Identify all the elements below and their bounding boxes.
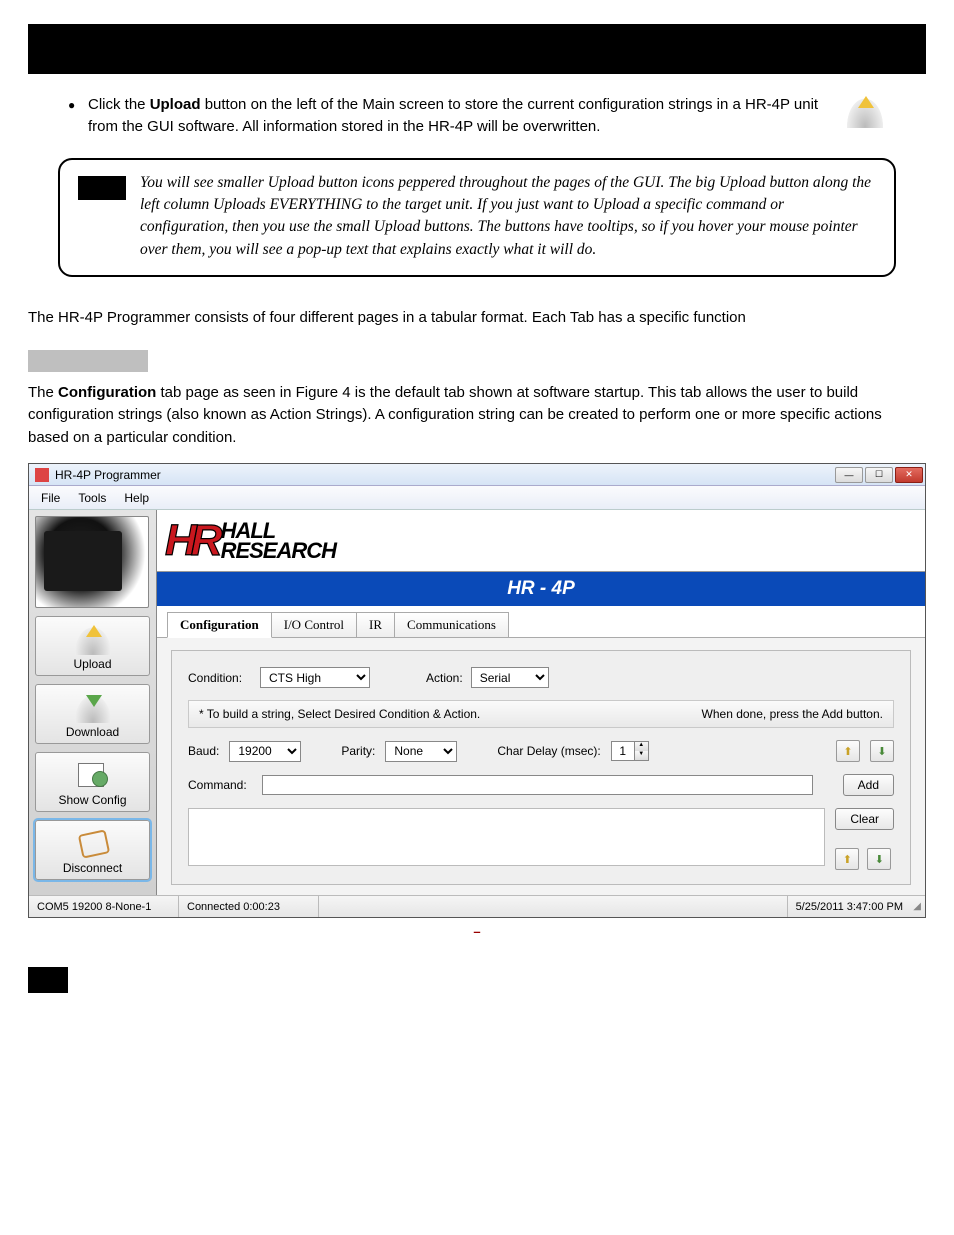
page-header-bar xyxy=(28,24,926,74)
config-panel: Condition: CTS High Action: Serial * To … xyxy=(171,650,911,885)
download-icon: ⬇ xyxy=(875,853,884,866)
small-download-button-2[interactable]: ⬇ xyxy=(867,848,891,870)
note-text: You will see smaller Upload button icons… xyxy=(140,172,876,262)
config-icon xyxy=(72,759,114,791)
upload-button[interactable]: Upload xyxy=(35,616,150,676)
figure-caption: – xyxy=(28,924,926,939)
instruction-bar: * To build a string, Select Desired Cond… xyxy=(188,700,894,728)
section-heading-bar xyxy=(28,350,148,372)
upload-icon xyxy=(844,94,886,128)
menu-file[interactable]: File xyxy=(41,491,60,505)
bullet-item: ● Click the Upload button on the left of… xyxy=(68,94,886,138)
baud-select[interactable]: 19200 xyxy=(229,741,301,762)
page-number-block xyxy=(28,967,68,993)
paragraph-pages: The HR-4P Programmer consists of four di… xyxy=(28,307,926,330)
show-config-button[interactable]: Show Config xyxy=(35,752,150,812)
action-select[interactable]: Serial xyxy=(471,667,549,688)
small-upload-button-2[interactable]: ⬆ xyxy=(835,848,859,870)
condition-select[interactable]: CTS High xyxy=(260,667,370,688)
spin-up[interactable]: ▲ xyxy=(634,742,648,751)
disconnect-icon xyxy=(72,827,114,859)
note-badge xyxy=(78,176,126,200)
app-window: HR-4P Programmer — ☐ ✕ File Tools Help U… xyxy=(28,463,926,918)
window-title: HR-4P Programmer xyxy=(55,468,835,482)
label-action: Action: xyxy=(426,671,463,685)
upload-icon xyxy=(72,623,114,655)
chardelay-input[interactable] xyxy=(612,742,634,760)
status-bar: COM5 19200 8-None-1 Connected 0:00:23 5/… xyxy=(29,895,925,917)
tab-io-control[interactable]: I/O Control xyxy=(271,612,357,637)
disconnect-button[interactable]: Disconnect xyxy=(35,820,150,880)
status-time: 5/25/2011 3:47:00 PM xyxy=(788,896,911,917)
chardelay-stepper[interactable]: ▲▼ xyxy=(611,741,649,761)
clear-button[interactable]: Clear xyxy=(835,808,894,830)
download-icon xyxy=(72,691,114,723)
spin-down[interactable]: ▼ xyxy=(634,751,648,760)
instruction-left: * To build a string, Select Desired Cond… xyxy=(199,707,480,721)
logo-row: HR HALLRESEARCH xyxy=(157,510,925,572)
resize-grip[interactable]: ◢ xyxy=(911,901,925,912)
label-command: Command: xyxy=(188,778,252,792)
minimize-button[interactable]: — xyxy=(835,467,863,483)
upload-icon: ⬆ xyxy=(843,745,852,758)
label-chardelay: Char Delay (msec): xyxy=(497,744,600,758)
menu-bar: File Tools Help xyxy=(29,486,925,510)
label-condition: Condition: xyxy=(188,671,252,685)
download-icon: ⬇ xyxy=(877,745,886,758)
logo-text: HALLRESEARCH xyxy=(221,521,336,561)
add-button[interactable]: Add xyxy=(843,774,894,796)
small-upload-button[interactable]: ⬆ xyxy=(836,740,860,762)
tab-configuration[interactable]: Configuration xyxy=(167,612,272,638)
small-download-button[interactable]: ⬇ xyxy=(870,740,894,762)
note-box: You will see smaller Upload button icons… xyxy=(58,158,896,278)
app-icon xyxy=(35,468,49,482)
sidebar: Upload Download Show Config Disconnect xyxy=(29,510,157,895)
download-button[interactable]: Download xyxy=(35,684,150,744)
menu-help[interactable]: Help xyxy=(124,491,149,505)
bullet-text: Click the Upload button on the left of t… xyxy=(88,94,832,138)
tab-ir[interactable]: IR xyxy=(356,612,395,637)
status-port: COM5 19200 8-None-1 xyxy=(29,896,179,917)
tabs: Configuration I/O Control IR Communicati… xyxy=(157,606,925,638)
status-spacer xyxy=(319,896,788,917)
maximize-button[interactable]: ☐ xyxy=(865,467,893,483)
label-parity: Parity: xyxy=(341,744,375,758)
device-image xyxy=(35,516,149,608)
label-baud: Baud: xyxy=(188,744,219,758)
product-band: HR - 4P xyxy=(157,572,925,606)
parity-select[interactable]: None xyxy=(385,741,457,762)
instruction-right: When done, press the Add button. xyxy=(702,707,883,721)
menu-tools[interactable]: Tools xyxy=(78,491,106,505)
bullet-marker: ● xyxy=(68,94,88,138)
command-input[interactable] xyxy=(262,775,813,795)
logo-hr: HR xyxy=(165,516,217,566)
paragraph-config: The Configuration tab page as seen in Fi… xyxy=(28,382,926,450)
upload-icon: ⬆ xyxy=(843,853,852,866)
tab-communications[interactable]: Communications xyxy=(394,612,509,637)
title-bar: HR-4P Programmer — ☐ ✕ xyxy=(29,464,925,486)
status-connection: Connected 0:00:23 xyxy=(179,896,319,917)
close-button[interactable]: ✕ xyxy=(895,467,923,483)
string-list[interactable] xyxy=(188,808,825,866)
